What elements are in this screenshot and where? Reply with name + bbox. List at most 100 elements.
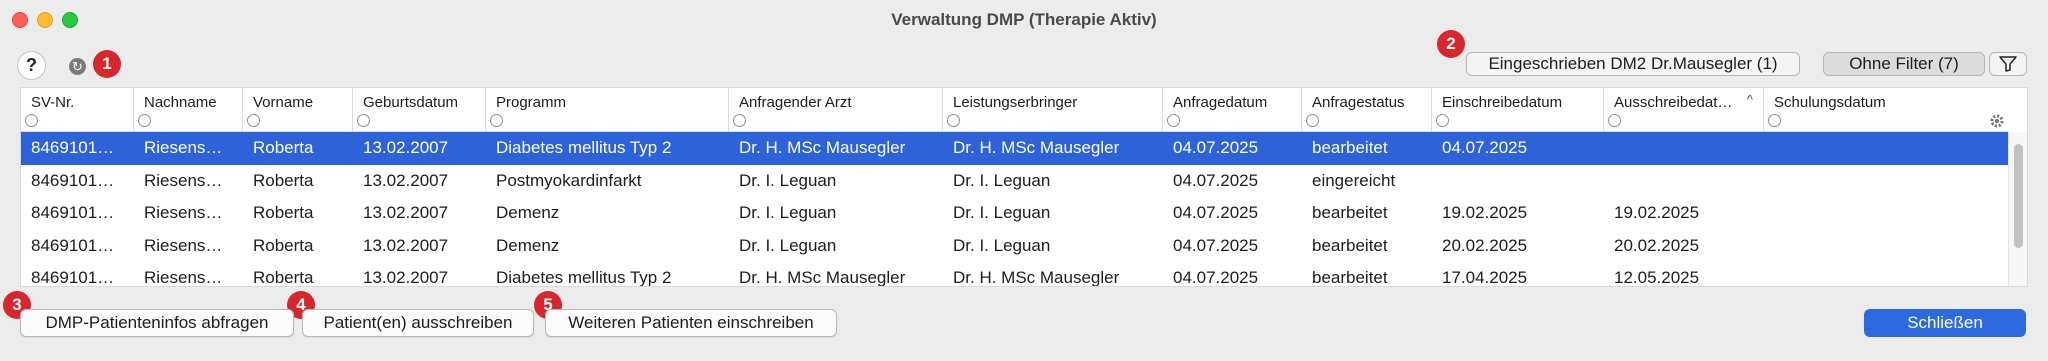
column-filter-radio[interactable]: [1768, 114, 1781, 127]
table-cell: Demenz: [496, 235, 560, 255]
column-filter-radio[interactable]: [1608, 114, 1621, 127]
filter-none-button[interactable]: Ohne Filter (7): [1823, 52, 1985, 76]
table-cell: 04.07.2025: [1173, 268, 1259, 287]
table-cell: [1604, 132, 1764, 165]
column-header-label: Anfragestatus: [1312, 94, 1405, 111]
column-header-label: Nachname: [144, 94, 217, 111]
table-row[interactable]: 8469101… Riesens… Roberta 13.02.2007 Demenz D…: [21, 197, 2009, 230]
column-filter-radio[interactable]: [947, 114, 960, 127]
column-filter-radio[interactable]: [1436, 114, 1449, 127]
table-cell: 19.02.2025: [1442, 203, 1528, 222]
table-cell: bearbeitet: [1312, 138, 1388, 157]
unenroll-patients-button[interactable]: Patient(en) ausschreiben: [302, 309, 534, 337]
sort-ascending-icon: ^: [1746, 92, 1753, 107]
table-cell: 12.05.2025: [1614, 268, 1700, 287]
query-patient-infos-button[interactable]: DMP-Patienteninfos abfragen: [20, 309, 294, 337]
column-header[interactable]: Ausschreibedat… ^: [1604, 88, 1764, 132]
column-header[interactable]: Geburtsdatum: [353, 88, 486, 132]
column-filter-radio[interactable]: [1306, 114, 1319, 127]
column-header-label: Anfragedatum: [1173, 94, 1268, 111]
column-header-label: Vorname: [253, 94, 314, 111]
vertical-scrollbar[interactable]: [2008, 132, 2027, 286]
column-filter-radio[interactable]: [733, 114, 746, 127]
column-header[interactable]: Vorname: [243, 88, 353, 132]
table-cell: bearbeitet: [1312, 235, 1388, 255]
table-cell: 13.02.2007: [363, 138, 449, 157]
column-header-label: SV-Nr.: [31, 94, 75, 111]
table-cell: Roberta: [253, 235, 314, 255]
table-body: 8469101… Riesens… Roberta 13.02.2007 Diabete…: [21, 132, 2009, 287]
column-header[interactable]: Anfragestatus: [1302, 88, 1432, 132]
table-cell: 13.02.2007: [363, 170, 449, 190]
column-header-label: Anfragender Arzt: [739, 94, 852, 111]
table-cell: 04.07.2025: [1173, 138, 1259, 157]
table-cell: bearbeitet: [1312, 203, 1388, 222]
table-cell: Riesens…: [144, 268, 223, 287]
table-cell: Postmyokardinfarkt: [496, 170, 642, 190]
table-cell: 20.02.2025: [1442, 235, 1528, 255]
table-cell: [1764, 165, 1990, 198]
filter-menu-button[interactable]: [1989, 52, 2027, 76]
table-cell: Roberta: [253, 268, 314, 287]
column-header-label: Schulungsdatum: [1774, 94, 1886, 111]
table-cell: 8469101…: [31, 203, 115, 222]
scroll-thumb[interactable]: [2014, 144, 2023, 248]
column-filter-radio[interactable]: [25, 114, 38, 127]
table-cell: Diabetes mellitus Typ 2: [496, 138, 672, 157]
table-row[interactable]: 8469101… Riesens… Roberta 13.02.2007 Postmyo…: [21, 165, 2009, 198]
table-cell: [1764, 230, 1990, 263]
table-row[interactable]: 8469101… Riesens… Roberta 13.02.2007 Diabete…: [21, 262, 2009, 287]
column-header[interactable]: Nachname: [134, 88, 243, 132]
table-cell: Dr. H. MSc Mausegler: [739, 268, 906, 287]
table-cell: Roberta: [253, 203, 314, 222]
table-cell: bearbeitet: [1312, 268, 1388, 287]
column-header[interactable]: Leistungserbringer: [943, 88, 1163, 132]
table-cell: Dr. I. Leguan: [739, 170, 837, 190]
column-header-label: Geburtsdatum: [363, 94, 459, 111]
column-header-label: Programm: [496, 94, 567, 111]
table-header: SV-Nr. Nachname Vorname Geburtsdatum Program…: [21, 88, 2009, 132]
table-cell: 13.02.2007: [363, 268, 449, 287]
dmp-table: SV-Nr. Nachname Vorname Geburtsdatum Program…: [20, 87, 2028, 287]
refresh-icon[interactable]: ↻: [69, 58, 86, 75]
enroll-patient-button[interactable]: Weiteren Patienten einschreiben: [545, 309, 837, 337]
column-filter-radio[interactable]: [138, 114, 151, 127]
table-cell: 04.07.2025: [1173, 203, 1259, 222]
column-header[interactable]: Anfragedatum: [1163, 88, 1302, 132]
filter-enrolled-dm2-button[interactable]: Eingeschrieben DM2 Dr.Mausegler (1): [1466, 52, 1800, 76]
table-cell: Dr. I. Leguan: [739, 203, 837, 222]
table-cell: Roberta: [253, 138, 314, 157]
table-cell: eingereicht: [1312, 170, 1396, 190]
table-cell: Dr. H. MSc Mausegler: [953, 138, 1120, 157]
column-header[interactable]: Anfragender Arzt: [729, 88, 943, 132]
funnel-icon: [1999, 56, 2017, 72]
table-cell: Diabetes mellitus Typ 2: [496, 268, 672, 287]
column-filter-radio[interactable]: [490, 114, 503, 127]
column-header[interactable]: Einschreibedatum: [1432, 88, 1604, 132]
minimize-window-button[interactable]: [37, 12, 53, 28]
table-row[interactable]: 8469101… Riesens… Roberta 13.02.2007 Diabete…: [21, 132, 2009, 165]
table-cell: 8469101…: [31, 170, 115, 190]
table-cell: 17.04.2025: [1442, 268, 1528, 287]
table-cell: 04.07.2025: [1173, 170, 1259, 190]
column-header[interactable]: Schulungsdatum: [1764, 88, 1990, 132]
column-header[interactable]: Programm: [486, 88, 729, 132]
close-button[interactable]: Schließen: [1864, 309, 2026, 337]
table-row[interactable]: 8469101… Riesens… Roberta 13.02.2007 Demenz D…: [21, 230, 2009, 263]
table-cell: [1764, 197, 1990, 230]
column-header[interactable]: SV-Nr.: [21, 88, 134, 132]
column-filter-radio[interactable]: [357, 114, 370, 127]
column-filter-radio[interactable]: [1167, 114, 1180, 127]
help-button[interactable]: ?: [17, 51, 46, 80]
table-cell: [1764, 262, 1990, 286]
table-cell: 04.07.2025: [1173, 235, 1259, 255]
column-header-label: Einschreibedatum: [1442, 94, 1563, 111]
table-cell: Dr. I. Leguan: [739, 235, 837, 255]
zoom-window-button[interactable]: [62, 12, 78, 28]
close-window-button[interactable]: [12, 12, 28, 28]
table-cell: 20.02.2025: [1614, 235, 1700, 255]
table-cell: 8469101…: [31, 235, 115, 255]
column-filter-radio[interactable]: [247, 114, 260, 127]
table-cell: 8469101…: [31, 268, 115, 287]
gear-icon[interactable]: [1989, 113, 2005, 129]
